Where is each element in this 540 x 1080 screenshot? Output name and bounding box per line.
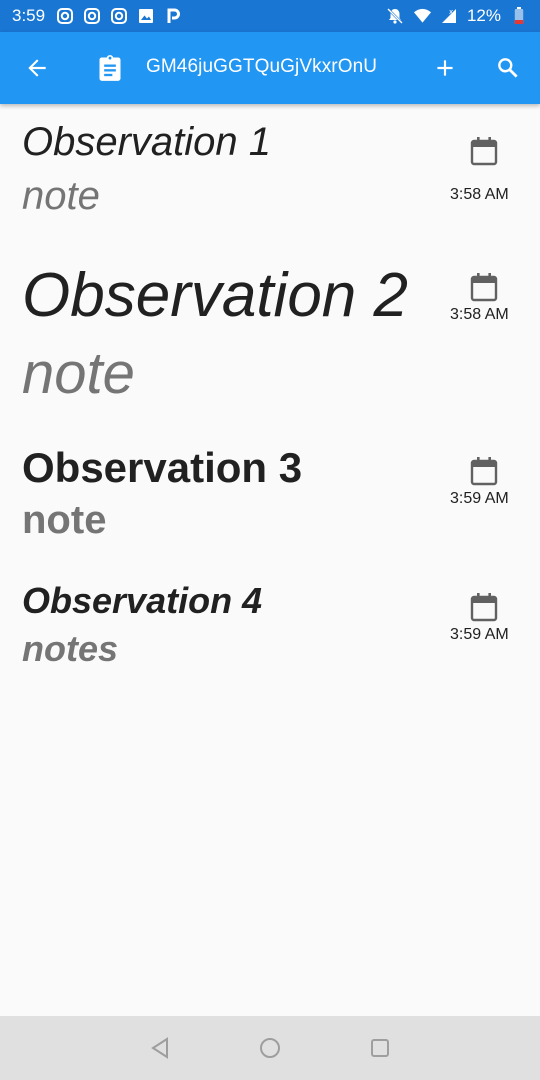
add-button[interactable] [417,40,473,96]
nav-home-icon [260,1038,280,1058]
observation-note: note [22,341,135,406]
observation-title: Observation 4 [22,580,263,621]
observation-time: 3:59 AM [450,490,509,507]
calendar-icon [470,593,498,622]
nav-back-icon [151,1037,168,1059]
observation-title: Observation 1 [22,120,272,164]
app-bar: GM46juGGTQuGjVkxrOnU [0,32,540,104]
calendar-icon [470,273,498,302]
system-icons: x 12% [386,6,528,26]
add-icon [437,60,453,76]
back-button[interactable] [9,40,65,96]
observation-time: 3:59 AM [450,626,509,643]
image-icon [136,7,155,26]
signal-icon: x [440,7,459,26]
nav-back-button[interactable] [146,1034,174,1062]
notification-icons [55,7,182,26]
search-icon [498,58,518,78]
instagram-icon [82,7,101,26]
observation-note: note [22,174,100,218]
clipboard-button[interactable] [82,40,138,96]
observation-title: Observation 2 [22,261,408,330]
observation-title: Observation 3 [22,444,303,491]
battery-percent: 12% [466,6,501,25]
battery-low-icon [509,7,528,26]
observation-note: notes [22,628,119,669]
nav-recents-icon [371,1039,389,1057]
nav-recents-button[interactable] [366,1034,394,1062]
system-nav-bar [0,1016,540,1080]
observation-time: 3:58 AM [450,186,509,203]
observation-note: note [22,498,107,542]
status-bar: 3:59 x 12% [0,0,540,32]
status-time: 3:59 [12,6,46,25]
notifications-off-icon [386,7,405,26]
wifi-icon [413,7,432,26]
p-app-icon [163,7,182,26]
back-arrow-icon [28,59,46,77]
search-button[interactable] [480,40,536,96]
observation-time: 3:58 AM [450,306,509,323]
calendar-icon [470,137,498,166]
instagram-icon [109,7,128,26]
instagram-icon [55,7,74,26]
svg-text:x: x [449,8,453,16]
clipboard-icon [99,55,121,81]
calendar-icon [470,457,498,486]
page-title: GM46juGGTQuGjVkxrOnU [146,56,378,77]
nav-home-button[interactable] [256,1034,284,1062]
